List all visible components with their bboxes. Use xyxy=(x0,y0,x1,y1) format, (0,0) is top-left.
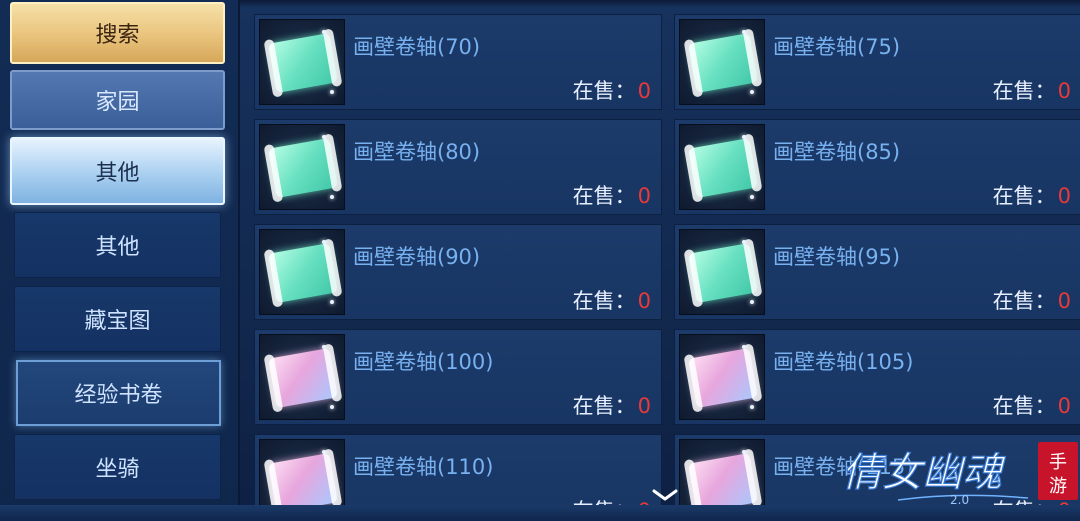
on-sale-status: 在售：0 xyxy=(573,180,651,210)
svg-text:倩女幽魂: 倩女幽魂 xyxy=(842,450,1006,496)
game-market-screen: 搜索 家园 其他 其他 藏宝图 经验书卷 坐骑 画壁卷轴(70) 在售：0 画壁… xyxy=(0,0,1080,521)
on-sale-status: 在售：0 xyxy=(573,285,651,315)
sidebar-item-label: 其他 xyxy=(95,161,140,186)
on-sale-count: 0 xyxy=(1057,79,1071,103)
on-sale-count: 0 xyxy=(1057,394,1071,418)
item-name: 画壁卷轴(110) xyxy=(353,455,494,479)
on-sale-count: 0 xyxy=(637,289,651,313)
item-card[interactable]: 画壁卷轴(95) 在售：0 xyxy=(674,224,1080,320)
on-sale-label: 在售： xyxy=(572,184,636,208)
scroll-green-icon xyxy=(259,19,345,105)
on-sale-label: 在售： xyxy=(992,79,1056,103)
item-name: 画壁卷轴(80) xyxy=(353,140,481,164)
sidebar-item-label: 经验书卷 xyxy=(74,383,163,408)
sidebar-item-label: 其他 xyxy=(95,235,140,260)
on-sale-label: 在售： xyxy=(992,394,1056,418)
sidebar-item-other-selected[interactable]: 其他 xyxy=(10,137,225,205)
search-button[interactable]: 搜索 xyxy=(10,2,225,64)
sidebar-item-exp-scroll[interactable]: 经验书卷 xyxy=(16,360,221,426)
on-sale-status: 在售：0 xyxy=(993,180,1071,210)
on-sale-label: 在售： xyxy=(572,79,636,103)
on-sale-status: 在售：0 xyxy=(993,285,1071,315)
item-name: 画壁卷轴(75) xyxy=(773,35,901,59)
sidebar-item-other[interactable]: 其他 xyxy=(14,212,221,278)
item-card[interactable]: 画壁卷轴(70) 在售：0 xyxy=(254,14,662,110)
item-name: 画壁卷轴(90) xyxy=(353,245,481,269)
on-sale-label: 在售： xyxy=(992,184,1056,208)
on-sale-count: 0 xyxy=(637,184,651,208)
svg-text:手: 手 xyxy=(1049,452,1067,473)
on-sale-label: 在售： xyxy=(572,394,636,418)
svg-text:游: 游 xyxy=(1049,476,1067,497)
item-name: 画壁卷轴(105) xyxy=(773,350,914,374)
on-sale-status: 在售：0 xyxy=(993,75,1071,105)
sidebar-item-label: 坐骑 xyxy=(95,457,140,482)
item-name: 画壁卷轴(100) xyxy=(353,350,494,374)
on-sale-count: 0 xyxy=(637,79,651,103)
scroll-pink-icon xyxy=(679,334,765,420)
search-button-label: 搜索 xyxy=(95,23,140,48)
item-name: 画壁卷轴(95) xyxy=(773,245,901,269)
on-sale-status: 在售：0 xyxy=(573,390,651,420)
sidebar-item-mount[interactable]: 坐骑 xyxy=(14,434,221,500)
chevron-down-icon[interactable] xyxy=(650,485,680,505)
on-sale-count: 0 xyxy=(1057,289,1071,313)
on-sale-label: 在售： xyxy=(992,289,1056,313)
item-card[interactable]: 画壁卷轴(100) 在售：0 xyxy=(254,329,662,425)
item-name: 画壁卷轴(70) xyxy=(353,35,481,59)
sidebar-item-treasure-map[interactable]: 藏宝图 xyxy=(14,286,221,352)
sidebar-item-label: 藏宝图 xyxy=(84,309,151,334)
game-logo: 倩女幽魂 2.0 手 游 xyxy=(841,442,1078,507)
on-sale-count: 0 xyxy=(637,394,651,418)
item-card[interactable]: 画壁卷轴(90) 在售：0 xyxy=(254,224,662,320)
category-sidebar: 搜索 家园 其他 其他 藏宝图 经验书卷 坐骑 xyxy=(0,0,240,521)
scroll-green-icon xyxy=(679,19,765,105)
on-sale-count: 0 xyxy=(1057,184,1071,208)
on-sale-label: 在售： xyxy=(572,289,636,313)
on-sale-status: 在售：0 xyxy=(573,75,651,105)
item-card[interactable]: 画壁卷轴(105) 在售：0 xyxy=(674,329,1080,425)
scroll-green-icon xyxy=(259,124,345,210)
scroll-green-icon xyxy=(679,229,765,315)
on-sale-status: 在售：0 xyxy=(993,390,1071,420)
scroll-pink-icon xyxy=(259,334,345,420)
svg-text:2.0: 2.0 xyxy=(950,493,969,507)
item-card[interactable]: 画壁卷轴(80) 在售：0 xyxy=(254,119,662,215)
scroll-green-icon xyxy=(259,229,345,315)
item-card[interactable]: 画壁卷轴(85) 在售：0 xyxy=(674,119,1080,215)
item-card[interactable]: 画壁卷轴(75) 在售：0 xyxy=(674,14,1080,110)
scroll-green-icon xyxy=(679,124,765,210)
item-name: 画壁卷轴(85) xyxy=(773,140,901,164)
sidebar-item-label: 家园 xyxy=(95,90,140,115)
sidebar-item-home[interactable]: 家园 xyxy=(10,70,225,130)
